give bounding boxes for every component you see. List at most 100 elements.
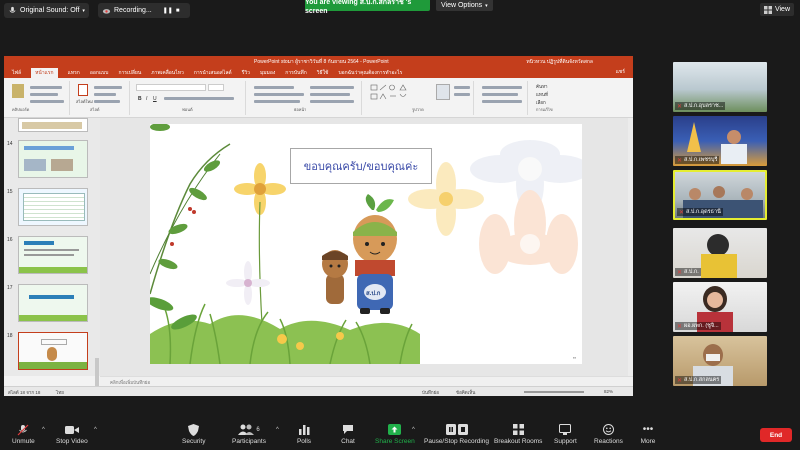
pause-recording-icon[interactable]: ❚❚ [163, 7, 173, 14]
reactions-label: Reactions [594, 438, 623, 445]
slide-counter: สไลด์ 18 จาก 18 [8, 390, 41, 395]
zoom-slider[interactable] [524, 391, 584, 393]
audio-options-caret[interactable]: ^ [42, 427, 45, 433]
participant-tile-active[interactable]: ✕ ส.ป.ก.อุดรธานี [673, 170, 767, 220]
share-screen-label: Share Screen [375, 438, 415, 445]
support-button[interactable]: Support [554, 423, 577, 445]
original-sound-button[interactable]: Original Sound: Off ▾ [4, 3, 89, 18]
slide-thumbnail-selected[interactable]: 18 [7, 332, 88, 370]
ribbon-label-slides: สไลด์ [90, 107, 100, 112]
muted-mic-icon: ✕ [677, 323, 683, 330]
unmute-label: Unmute [12, 438, 35, 445]
pause-stop-recording-button[interactable]: Pause/Stop Recording [424, 423, 489, 445]
view-options-label: View Options [441, 2, 483, 9]
stop-video-button[interactable]: Stop Video [56, 423, 88, 445]
chat-bubble-icon [340, 423, 356, 436]
notes-pane[interactable]: คลิกเพื่อเพิ่มบันทึกย่อ [100, 376, 633, 386]
participant-name: ✕ ส.ป.ก.สกลนคร [675, 376, 722, 384]
bold-icon[interactable]: B [138, 96, 142, 102]
ribbon-group-slides: สไลด์ใหม่ สไลด์ [74, 81, 130, 115]
ppt-ribbon: คลิปบอร์ด สไลด์ใหม่ สไลด์ B I U ฟอนต์ ย่… [4, 69, 633, 118]
ppt-tab[interactable]: หน้าแรก [31, 67, 58, 78]
participant-name: ✕ ส.ป.ก. [675, 268, 701, 276]
slide-canvas: ส.ป.ก ขอบคุณครับ/ขอบคุณค่ะ ▪▪ [100, 118, 633, 376]
video-options-caret[interactable]: ^ [94, 427, 97, 433]
underline-icon[interactable]: U [153, 96, 157, 102]
slide-thumbnail[interactable]: 15 [7, 188, 88, 226]
new-slide-label: สไลด์ใหม่ [76, 99, 93, 104]
arrange-icon[interactable] [436, 84, 450, 100]
participant-tile[interactable]: ✕ ส.ป.ก. [673, 228, 767, 278]
view-label: View [774, 6, 790, 13]
participant-tile[interactable]: ✕ ส.ป.ก.อุบลราช... [673, 62, 767, 112]
participants-button[interactable]: 6 Participants [232, 423, 266, 445]
muted-mic-icon: ✕ [677, 103, 683, 110]
ppt-ribbon-tabs: ไฟล์ หน้าแรก แทรก ออกแบบ การเปลี่ยน ภาพเคลื่อ… [4, 67, 633, 78]
participant-tile[interactable]: ✕ ส.ป.ก.เพชรบุรี [673, 116, 767, 166]
ppt-tab[interactable]: มุมมอง [260, 69, 275, 77]
participants-label: Participants [232, 438, 266, 445]
share-screen-button[interactable]: Share Screen [375, 423, 415, 445]
reactions-button[interactable]: Reactions [594, 423, 623, 445]
share-button[interactable]: แชร์ [616, 68, 625, 76]
slide-thumbnail[interactable]: 16 [7, 236, 88, 274]
participant-tile[interactable]: ✕ ผอ.ผพก. (ชูจิ... [673, 282, 767, 332]
shapes-gallery-icon[interactable] [370, 84, 430, 104]
ppt-tab[interactable]: ภาพเคลื่อนไหว [151, 69, 184, 77]
find-button[interactable]: ค้นหา [536, 83, 548, 90]
ppt-tab[interactable]: รีวิว [242, 69, 250, 77]
chat-button[interactable]: Chat [340, 423, 356, 445]
ppt-tab[interactable]: การเปลี่ยน [118, 69, 141, 77]
polls-label: Polls [296, 438, 312, 445]
comments-toggle[interactable]: ข้อคิดเห็น [456, 389, 475, 396]
slide-thumbnail[interactable] [18, 118, 88, 132]
font-size-select[interactable] [208, 84, 224, 91]
share-screen-caret[interactable]: ^ [412, 427, 415, 433]
ppt-tab[interactable]: แทรก [68, 69, 80, 77]
participants-caret[interactable]: ^ [276, 427, 279, 433]
notes-toggle[interactable]: บันทึกย่อ [422, 389, 439, 396]
slide-thumbnail[interactable]: 17 [7, 284, 88, 322]
slide-number: 15 [7, 189, 13, 195]
slide-scrollbar[interactable] [628, 118, 633, 376]
ppt-tab[interactable]: บอกฉันว่าคุณต้องการทำอะไร [338, 69, 402, 77]
slide-footer-mark: ▪▪ [573, 355, 576, 360]
participant-tile[interactable]: ✕ ส.ป.ก.สกลนคร [673, 336, 767, 386]
slide-number: 18 [7, 333, 13, 339]
new-slide-icon[interactable] [78, 84, 88, 96]
slide-thumbnail[interactable]: 14 [7, 140, 88, 178]
participant-name: ✕ ส.ป.ก.อุดรธานี [677, 208, 723, 216]
chat-label: Chat [341, 438, 355, 445]
ppt-tab[interactable]: การบันทึก [285, 69, 306, 77]
more-label: More [640, 438, 656, 445]
thank-you-textbox[interactable]: ขอบคุณครับ/ขอบคุณค่ะ [290, 148, 432, 184]
share-screen-icon [387, 423, 403, 436]
ribbon-group-drawing: รูปวาด [366, 81, 474, 115]
replace-button[interactable]: แทนที่ [536, 91, 548, 98]
end-meeting-button[interactable]: End [760, 428, 792, 442]
ppt-tab[interactable]: การนำเสนอสไลด์ [194, 69, 232, 77]
current-slide[interactable]: ส.ป.ก ขอบคุณครับ/ขอบคุณค่ะ ▪▪ [150, 124, 582, 364]
select-button[interactable]: เลือก [536, 99, 546, 106]
view-button[interactable]: View [759, 3, 794, 16]
paste-icon[interactable] [12, 84, 24, 98]
ppt-status-bar: สไลด์ 18 จาก 18 ไทย บันทึกย่อ ข้อคิดเห็น… [4, 386, 633, 396]
security-button[interactable]: Security [182, 423, 205, 445]
font-name-select[interactable] [136, 84, 206, 91]
view-options-button[interactable]: View Options ▾ [436, 0, 493, 11]
ppt-tab[interactable]: ออกแบบ [90, 69, 109, 77]
participant-name: ✕ ส.ป.ก.อุบลราช... [675, 102, 726, 110]
grid-icon [763, 5, 772, 14]
stop-recording-icon[interactable]: ■ [176, 8, 180, 14]
reactions-icon [600, 423, 616, 436]
breakout-rooms-button[interactable]: Breakout Rooms [494, 423, 542, 445]
unmute-button[interactable]: Unmute [12, 423, 35, 445]
ribbon-group-font: B I U ฟอนต์ [134, 81, 246, 115]
ppt-tab[interactable]: ไฟล์ [12, 69, 21, 77]
microphone-icon [9, 6, 16, 13]
polls-button[interactable]: Polls [296, 423, 312, 445]
ppt-tab[interactable]: วิธีใช้ [317, 69, 329, 77]
more-button[interactable]: ••• More [640, 423, 656, 445]
italic-icon[interactable]: I [146, 96, 147, 102]
slide-number: 14 [7, 141, 13, 147]
